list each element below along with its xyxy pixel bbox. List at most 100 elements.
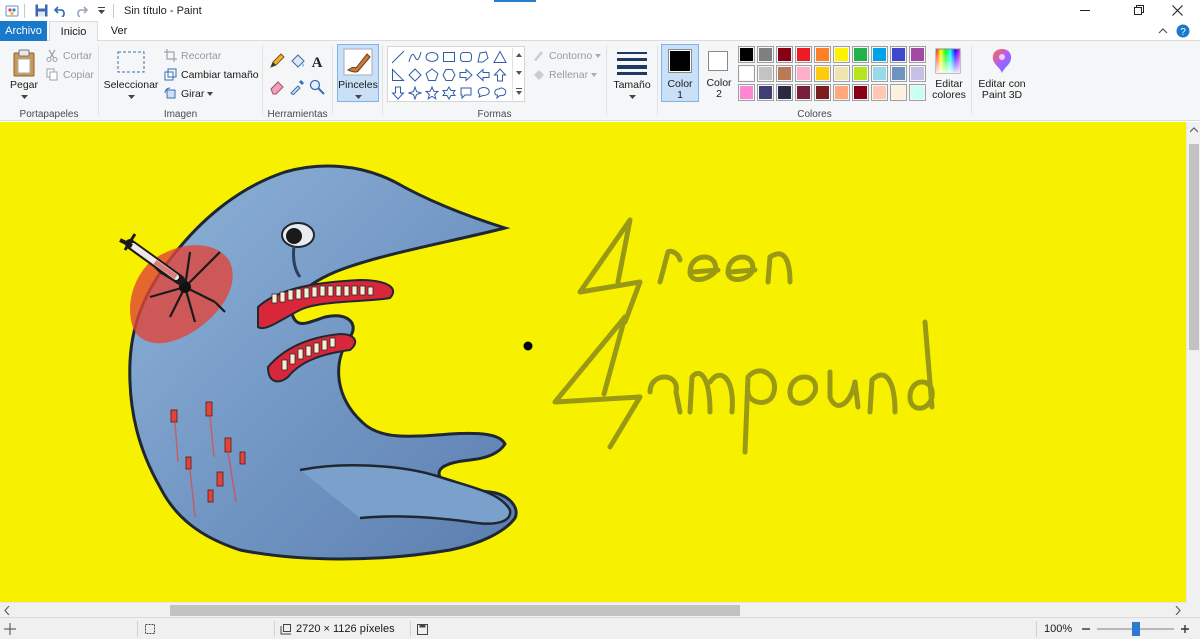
palette-swatch[interactable]	[776, 65, 793, 82]
shapes-scroll[interactable]	[512, 48, 524, 100]
up-arrow-shape[interactable]	[491, 66, 508, 83]
palette-swatch[interactable]	[890, 65, 907, 82]
palette-swatch[interactable]	[852, 46, 869, 63]
fill-button[interactable]: Rellenar	[531, 66, 598, 83]
collapse-ribbon-button[interactable]	[1158, 26, 1168, 38]
palette-swatch[interactable]	[909, 65, 926, 82]
palette-swatch[interactable]	[833, 65, 850, 82]
close-button[interactable]	[1154, 0, 1200, 21]
zoom-slider-thumb[interactable]	[1131, 622, 1140, 636]
size-button[interactable]: Tamaño	[611, 45, 653, 105]
edit-colors-button[interactable]: Editar colores	[928, 45, 970, 105]
resize-label: Cambiar tamaño	[181, 68, 259, 81]
paste-button[interactable]: Pegar	[6, 47, 42, 105]
curve-shape[interactable]	[406, 48, 423, 65]
zoom-out-button[interactable]	[1081, 618, 1091, 639]
palette-swatch[interactable]	[871, 46, 888, 63]
callout-rounded-shape[interactable]	[457, 84, 474, 101]
rotate-button[interactable]: Girar	[163, 85, 214, 102]
palette-swatch[interactable]	[890, 84, 907, 101]
palette-swatch[interactable]	[814, 46, 831, 63]
oval-shape[interactable]	[423, 48, 440, 65]
palette-swatch[interactable]	[776, 84, 793, 101]
four-point-star-shape[interactable]	[406, 84, 423, 101]
six-point-star-shape[interactable]	[440, 84, 457, 101]
customize-quick-access-icon[interactable]	[93, 3, 109, 19]
palette-swatch[interactable]	[909, 84, 926, 101]
pencil-tool[interactable]	[269, 53, 287, 71]
color1-button[interactable]: Color 1	[661, 44, 699, 102]
color2-button[interactable]: Color 2	[701, 44, 737, 102]
tab-view[interactable]: Ver	[102, 21, 136, 41]
palette-swatch[interactable]	[814, 65, 831, 82]
horizontal-scrollbar[interactable]	[0, 602, 1186, 617]
palette-swatch[interactable]	[833, 46, 850, 63]
select-button[interactable]: Seleccionar	[103, 45, 159, 105]
drawing-canvas[interactable]: Green Compound	[0, 122, 1186, 602]
palette-swatch[interactable]	[738, 46, 755, 63]
polygon-shape[interactable]	[474, 48, 491, 65]
vertical-scroll-thumb[interactable]	[1189, 144, 1199, 350]
palette-swatch[interactable]	[738, 84, 755, 101]
text-tool[interactable]: A	[309, 53, 327, 71]
palette-swatch[interactable]	[757, 84, 774, 101]
copy-button[interactable]: Copiar	[45, 66, 94, 83]
save-icon[interactable]	[33, 3, 49, 19]
tab-home[interactable]: Inicio	[49, 21, 98, 42]
callout-cloud-shape[interactable]	[491, 84, 508, 101]
cut-button[interactable]: Cortar	[45, 47, 92, 64]
down-arrow-shape[interactable]	[389, 84, 406, 101]
undo-icon[interactable]	[53, 3, 69, 19]
palette-swatch[interactable]	[814, 84, 831, 101]
palette-swatch[interactable]	[738, 65, 755, 82]
right-arrow-shape[interactable]	[457, 66, 474, 83]
zoom-in-button[interactable]	[1180, 618, 1190, 639]
palette-swatch[interactable]	[757, 46, 774, 63]
callout-oval-shape[interactable]	[474, 84, 491, 101]
palette-swatch[interactable]	[852, 84, 869, 101]
pentagon-shape[interactable]	[423, 66, 440, 83]
help-button[interactable]: ?	[1176, 24, 1190, 41]
colors-group: Color 1 Color 2 Editar colores Colores	[658, 41, 971, 121]
fill-tool[interactable]	[289, 53, 307, 71]
outline-button[interactable]: Contorno	[531, 47, 602, 64]
palette-swatch[interactable]	[757, 65, 774, 82]
eraser-tool[interactable]	[269, 79, 287, 97]
diamond-shape[interactable]	[406, 66, 423, 83]
magnifier-icon	[309, 79, 325, 95]
horizontal-scroll-thumb[interactable]	[170, 605, 740, 616]
left-arrow-shape[interactable]	[474, 66, 491, 83]
palette-swatch[interactable]	[852, 65, 869, 82]
paint-app-icon[interactable]	[4, 3, 20, 19]
edit-with-paint3d-button[interactable]: Editar con Paint 3D	[974, 45, 1030, 105]
palette-swatch[interactable]	[871, 65, 888, 82]
rounded-rectangle-shape[interactable]	[457, 48, 474, 65]
palette-swatch[interactable]	[795, 65, 812, 82]
hexagon-shape[interactable]	[440, 66, 457, 83]
vertical-scrollbar[interactable]	[1186, 122, 1200, 602]
minimize-button[interactable]	[1062, 0, 1108, 21]
callout-oval-icon	[477, 86, 490, 98]
palette-swatch[interactable]	[795, 84, 812, 101]
triangle-shape[interactable]	[491, 48, 508, 65]
crop-button[interactable]: Recortar	[163, 47, 221, 64]
line-shape[interactable]	[389, 48, 406, 65]
right-triangle-shape[interactable]	[389, 66, 406, 83]
color1-swatch	[670, 51, 690, 71]
palette-swatch[interactable]	[795, 46, 812, 63]
palette-swatch[interactable]	[871, 84, 888, 101]
five-point-star-shape[interactable]	[423, 84, 440, 101]
curve-icon	[408, 51, 421, 62]
palette-swatch[interactable]	[833, 84, 850, 101]
magnifier-tool[interactable]	[309, 79, 327, 97]
rectangle-shape[interactable]	[440, 48, 457, 65]
palette-swatch[interactable]	[776, 46, 793, 63]
resize-button[interactable]: Cambiar tamaño	[163, 66, 259, 83]
redo-icon[interactable]	[73, 3, 89, 19]
brushes-button[interactable]: Pinceles	[337, 44, 379, 102]
tab-file[interactable]: Archivo	[0, 21, 47, 41]
palette-swatch[interactable]	[890, 46, 907, 63]
image-size-text: 2720 × 1126 píxeles	[296, 623, 395, 635]
color-picker-tool[interactable]	[289, 79, 307, 97]
palette-swatch[interactable]	[909, 46, 926, 63]
